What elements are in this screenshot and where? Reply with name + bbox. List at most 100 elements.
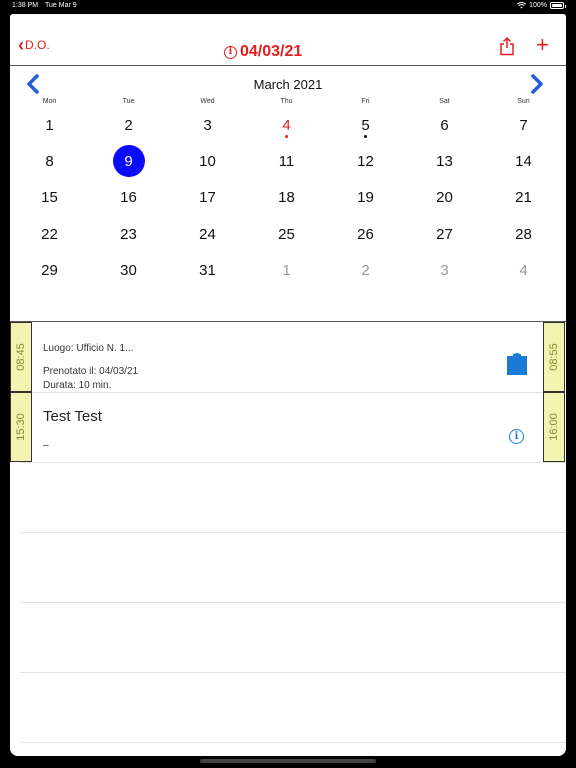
appointment-duration: Durata: 10 min. [43, 380, 112, 391]
day-number: 25 [278, 225, 295, 243]
day-number: 27 [436, 225, 453, 243]
month-title: March 2021 [253, 77, 323, 92]
appointment-booked: Prenotato il: 04/03/21 [43, 366, 139, 377]
appointment-row[interactable]: 08:45 Luogo: Ufficio N. 1... Prenotato i… [10, 322, 566, 392]
chevron-left-icon: ‹ [18, 35, 24, 55]
wifi-icon [517, 2, 527, 9]
day-cell[interactable]: 8 [10, 143, 89, 179]
day-cell[interactable]: 19 [326, 180, 405, 216]
day-cell[interactable]: 30 [89, 252, 168, 288]
day-number: 6 [440, 116, 449, 134]
add-button[interactable]: + [536, 34, 549, 56]
back-button[interactable]: ‹ D.O. [18, 35, 50, 55]
appointment-title: Test Test [43, 408, 102, 425]
day-cell[interactable]: 7 [484, 107, 563, 143]
day-number: 1 [282, 261, 291, 279]
day-cell[interactable]: 4 [484, 252, 563, 288]
day-number: 8 [45, 152, 54, 170]
start-time: 08:45 [15, 343, 27, 371]
end-time: 08:55 [548, 343, 560, 371]
start-time-tab: 08:45 [10, 322, 32, 392]
day-cell[interactable]: 5 [326, 107, 405, 143]
day-cell[interactable]: 23 [89, 216, 168, 252]
days-grid: 1 2 3 4 5 6 7 8 9 10 11 12 13 14 15 16 17 18 19 20 21 22 23 24 2… [10, 107, 566, 288]
share-icon[interactable] [498, 36, 516, 56]
event-dot-indicator [284, 135, 288, 138]
home-indicator[interactable] [200, 759, 376, 763]
chevron-right-icon[interactable] [530, 74, 544, 94]
day-number: 18 [278, 189, 295, 207]
day-cell[interactable]: 10 [168, 143, 247, 179]
status-right: 100% [517, 2, 566, 9]
day-cell[interactable]: 14 [484, 143, 563, 179]
month-calendar: March 2021 Mon Tue Wed Thu Fri Sat Sun 1234567… [10, 66, 566, 322]
info-icon[interactable]: i [224, 45, 237, 59]
day-cell[interactable]: 18 [247, 180, 326, 216]
day-number: 4 [519, 261, 528, 279]
day-number: 19 [357, 189, 374, 207]
day-cell[interactable]: 2 [89, 107, 168, 143]
day-cell[interactable]: 17 [168, 180, 247, 216]
day-cell[interactable]: 2 [326, 252, 405, 288]
day-cell[interactable]: 27 [405, 216, 484, 252]
end-time: 16:00 [548, 413, 560, 441]
day-cell[interactable]: 12 [326, 143, 405, 179]
weekday-header: Mon Tue Wed Thu Fri Sat Sun [10, 98, 566, 105]
battery-icon [550, 2, 566, 9]
day-cell-today[interactable]: 4 [247, 107, 326, 143]
day-cell[interactable]: 25 [247, 216, 326, 252]
day-number: 4 [282, 116, 291, 134]
weekday-label: Thu [280, 98, 293, 105]
day-number: 30 [120, 261, 137, 279]
day-cell[interactable]: 1 [247, 252, 326, 288]
day-number: 14 [515, 152, 532, 170]
row-divider [20, 742, 566, 743]
day-cell[interactable]: 15 [10, 180, 89, 216]
status-date: Tue Mar 9 [45, 2, 77, 9]
status-bar: 1:38 PM Tue Mar 9 100% [0, 0, 576, 14]
day-cell[interactable]: 29 [10, 252, 89, 288]
day-cell[interactable]: 16 [89, 180, 168, 216]
start-time: 15:30 [15, 413, 27, 441]
day-number: 20 [436, 189, 453, 207]
clipboard-icon[interactable] [506, 352, 528, 376]
day-number: 22 [41, 225, 58, 243]
row-divider [20, 532, 566, 533]
status-time: 1:38 PM [12, 2, 39, 9]
appointments-list: 08:45 Luogo: Ufficio N. 1... Prenotato i… [10, 322, 566, 756]
day-number: 7 [519, 116, 528, 134]
back-button-label: D.O. [25, 38, 50, 52]
day-cell[interactable]: 20 [405, 180, 484, 216]
day-cell[interactable]: 13 [405, 143, 484, 179]
appointment-subtitle: – [43, 440, 49, 451]
day-cell[interactable]: 21 [484, 180, 563, 216]
day-cell[interactable]: 6 [405, 107, 484, 143]
appointment-place: Luogo: Ufficio N. 1... [43, 343, 134, 354]
info-icon[interactable]: i [509, 429, 524, 444]
day-cell[interactable]: 11 [247, 143, 326, 179]
day-cell[interactable]: 28 [484, 216, 563, 252]
appointment-row[interactable]: 15:30 Test Test – i 16:00 [10, 392, 566, 462]
day-cell-selected[interactable]: 9 [89, 143, 168, 179]
weekday-label: Fri [361, 98, 370, 105]
day-cell[interactable]: 1 [10, 107, 89, 143]
weekday-label: Mon [42, 98, 57, 105]
day-cell[interactable]: 31 [168, 252, 247, 288]
day-number: 3 [203, 116, 212, 134]
day-number: 1 [45, 116, 54, 134]
day-cell[interactable]: 22 [10, 216, 89, 252]
start-time-tab: 15:30 [10, 392, 32, 462]
app-screen: ‹ D.O. i 04/03/21 + March 2021 Mon Tue Wed… [10, 14, 566, 756]
day-number: 12 [357, 152, 374, 170]
day-number: 9 [112, 145, 145, 178]
day-number: 5 [361, 116, 370, 134]
weekday-label: Sat [439, 98, 450, 105]
page-title: i 04/03/21 [224, 43, 302, 61]
day-cell[interactable]: 24 [168, 216, 247, 252]
day-number: 3 [440, 261, 449, 279]
day-number: 2 [124, 116, 133, 134]
day-number: 26 [357, 225, 374, 243]
day-cell[interactable]: 3 [168, 107, 247, 143]
day-cell[interactable]: 26 [326, 216, 405, 252]
day-cell[interactable]: 3 [405, 252, 484, 288]
